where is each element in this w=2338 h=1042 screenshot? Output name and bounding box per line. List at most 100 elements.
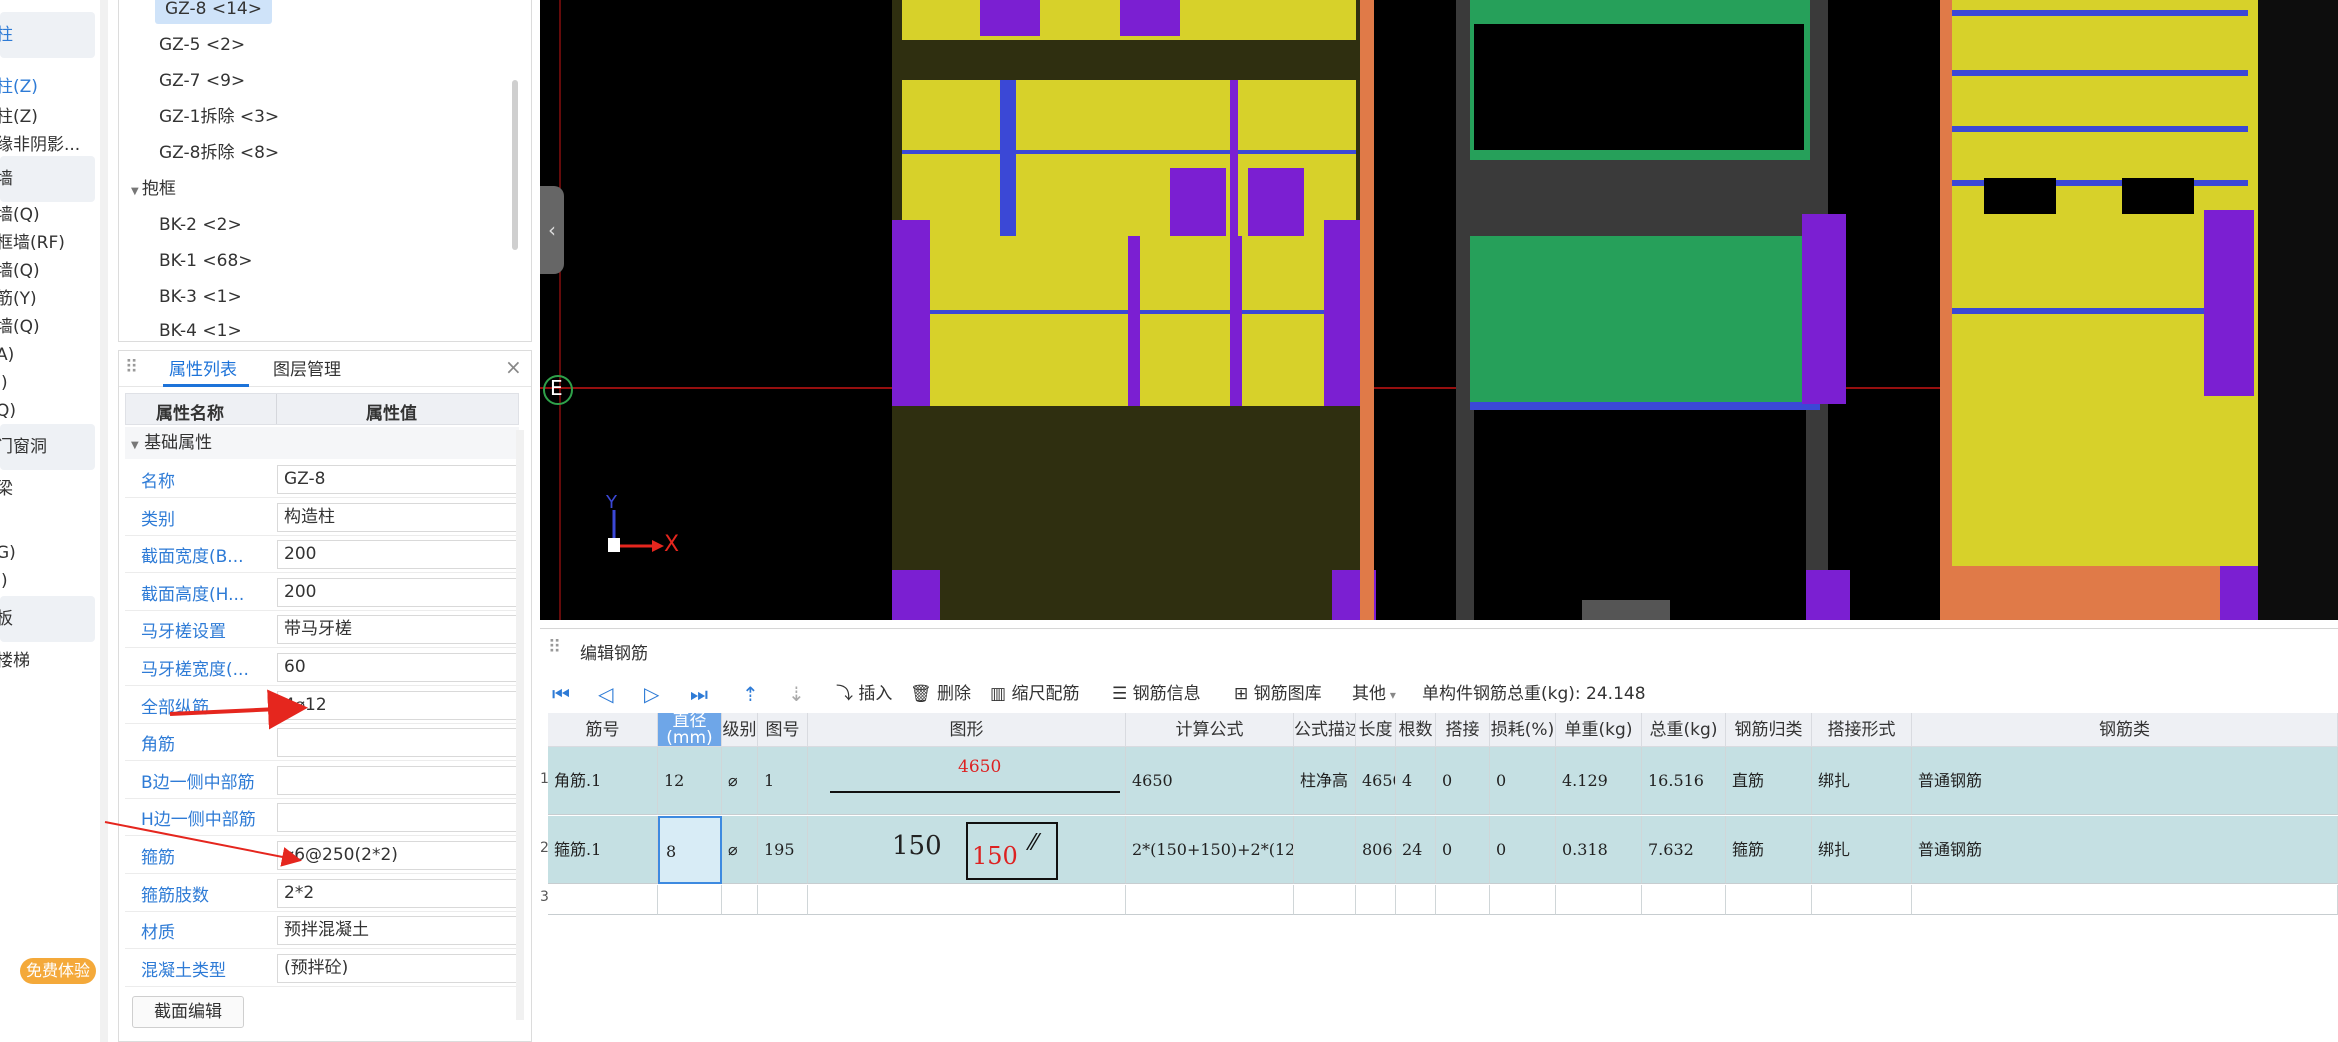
table-cell[interactable]	[1436, 885, 1490, 915]
table-cell[interactable]: 直筋	[1726, 747, 1812, 815]
table-cell[interactable]: 普通钢筋	[1912, 747, 2338, 815]
property-value-field[interactable]: 构造柱	[277, 502, 517, 532]
column-header[interactable]: 计算公式	[1126, 713, 1294, 747]
table-cell[interactable]	[1642, 885, 1726, 915]
property-value-field[interactable]: 60	[277, 653, 517, 682]
table-cell[interactable]	[1490, 885, 1556, 915]
nav-item[interactable]: 梁	[0, 474, 96, 504]
table-cell[interactable]: ⌀	[722, 816, 758, 884]
prev-record-icon[interactable]: ◁	[598, 679, 613, 709]
nav-item[interactable]: 墙	[0, 164, 96, 194]
column-header[interactable]: 公式描述	[1294, 713, 1356, 747]
property-value-field[interactable]	[277, 765, 517, 795]
drag-handle-icon[interactable]: ⠿	[125, 357, 138, 378]
nav-item[interactable]: 墙(Q)	[0, 200, 96, 230]
table-cell[interactable]: 8	[658, 816, 722, 884]
column-header[interactable]: 总重(kg)	[1642, 713, 1726, 747]
table-cell[interactable]: ⌀	[722, 747, 758, 815]
move-down-icon[interactable]: ⇣	[788, 679, 805, 709]
table-cell[interactable]: 4650	[1126, 747, 1294, 815]
table-cell[interactable]	[1726, 885, 1812, 915]
nav-item[interactable]: 墙(Q)	[0, 256, 96, 286]
column-header[interactable]: 钢筋类	[1912, 713, 2338, 747]
tree-scrollbar[interactable]	[512, 80, 518, 250]
property-value-field[interactable]: 200	[277, 577, 517, 607]
table-cell[interactable]: 4650	[1356, 747, 1396, 815]
insert-button[interactable]: ⤵ 插入	[836, 679, 892, 709]
tree-group-baokuang[interactable]: ▼ 抱框	[131, 174, 176, 204]
table-cell[interactable]: 7.632	[1642, 816, 1726, 884]
property-value-field[interactable]: 4⌀12	[277, 690, 517, 720]
section-edit-button[interactable]: 截面编辑	[132, 996, 244, 1028]
rebar-info-button[interactable]: ☰ 钢筋信息	[1112, 679, 1201, 709]
column-header[interactable]: 钢筋归类	[1726, 713, 1812, 747]
table-cell[interactable]: 2*(150+150)+2*(12.89*d)	[1126, 816, 1294, 884]
nav-item[interactable]: G)	[0, 538, 96, 568]
column-header[interactable]: 损耗(%)	[1490, 713, 1556, 747]
property-value-field[interactable]: GZ-8	[277, 465, 517, 494]
table-cell[interactable]: 箍筋	[1726, 816, 1812, 884]
table-cell[interactable]: 绑扎	[1812, 747, 1912, 815]
property-value-field[interactable]: ⌀6@250(2*2)	[277, 841, 517, 870]
3d-model-viewport[interactable]: E X Y	[540, 0, 2338, 620]
first-record-icon[interactable]: ⏮	[552, 679, 570, 709]
scale-rebar-button[interactable]: ▥ 缩尺配筋	[990, 679, 1079, 709]
table-cell[interactable]: 角筋.1	[548, 747, 658, 815]
nav-item[interactable]: 柱(Z)	[0, 102, 96, 132]
tab-property-list[interactable]: 属性列表	[169, 357, 237, 383]
property-value-field[interactable]: 带马牙槎	[277, 615, 517, 645]
table-cell[interactable]	[808, 885, 1126, 915]
column-header[interactable]: 长度	[1356, 713, 1396, 747]
table-cell[interactable]: 195	[758, 816, 808, 884]
column-header[interactable]: 搭接	[1436, 713, 1490, 747]
column-header[interactable]: 搭接形式	[1812, 713, 1912, 747]
nav-item[interactable]: 框墙(RF)	[0, 228, 96, 258]
table-cell[interactable]: 0	[1436, 747, 1490, 815]
property-value-field[interactable]: 预拌混凝土	[277, 916, 517, 946]
left-nav-scrollbar[interactable]	[100, 0, 108, 1042]
property-value-field[interactable]: 2*2	[277, 878, 517, 908]
move-up-icon[interactable]: ⇡	[742, 679, 759, 709]
table-cell[interactable]	[548, 885, 658, 915]
column-header[interactable]: 级别	[722, 713, 758, 747]
tree-item[interactable]: BK-2 <2>	[159, 210, 242, 240]
property-value-field[interactable]	[277, 728, 517, 758]
table-cell[interactable]: 0	[1436, 816, 1490, 884]
table-cell[interactable]: 16.516	[1642, 747, 1726, 815]
property-value-field[interactable]	[277, 803, 517, 833]
table-cell[interactable]	[1126, 885, 1294, 915]
table-cell[interactable]	[722, 885, 758, 915]
column-header[interactable]: 图形	[808, 713, 1126, 747]
table-cell[interactable]	[1294, 816, 1356, 884]
table-cell[interactable]: 普通钢筋	[1912, 816, 2338, 884]
rebar-library-button[interactable]: ⊞ 钢筋图库	[1234, 679, 1322, 709]
column-header[interactable]: 直径(mm)	[658, 713, 722, 747]
property-value-field[interactable]: (预拌砼)	[277, 953, 517, 983]
table-cell[interactable]	[758, 885, 808, 915]
table-cell[interactable]: 806	[1356, 816, 1396, 884]
table-cell[interactable]: 4	[1396, 747, 1436, 815]
nav-item[interactable]: 门窗洞	[0, 432, 96, 462]
close-icon[interactable]: ×	[505, 355, 522, 379]
delete-button[interactable]: 🗑 删除	[910, 679, 971, 709]
nav-item[interactable]: Q)	[0, 396, 96, 426]
nav-item[interactable]: 筋(Y)	[0, 284, 96, 314]
table-cell[interactable]: 0	[1490, 816, 1556, 884]
table-cell[interactable]: 柱净高	[1294, 747, 1356, 815]
tab-layer-manager[interactable]: 图层管理	[273, 357, 341, 383]
column-header[interactable]: 筋号	[548, 713, 658, 747]
tree-item[interactable]: GZ-5 <2>	[159, 30, 245, 60]
table-cell[interactable]	[658, 885, 722, 915]
table-cell[interactable]: 箍筋.1	[548, 816, 658, 884]
table-cell[interactable]	[1912, 885, 2338, 915]
table-cell[interactable]: 1	[758, 747, 808, 815]
properties-scrollbar[interactable]	[516, 430, 524, 1020]
table-cell[interactable]: 4.129	[1556, 747, 1642, 815]
nav-item[interactable]: 楼梯	[0, 646, 96, 676]
free-trial-badge[interactable]: 免费体验	[20, 958, 96, 984]
nav-item[interactable]: 板	[0, 604, 96, 634]
column-header[interactable]: 单重(kg)	[1556, 713, 1642, 747]
other-menu-button[interactable]: 其他 ▾	[1352, 679, 1396, 709]
drag-handle-icon[interactable]: ⠿	[548, 637, 561, 658]
table-cell[interactable]	[1812, 885, 1912, 915]
